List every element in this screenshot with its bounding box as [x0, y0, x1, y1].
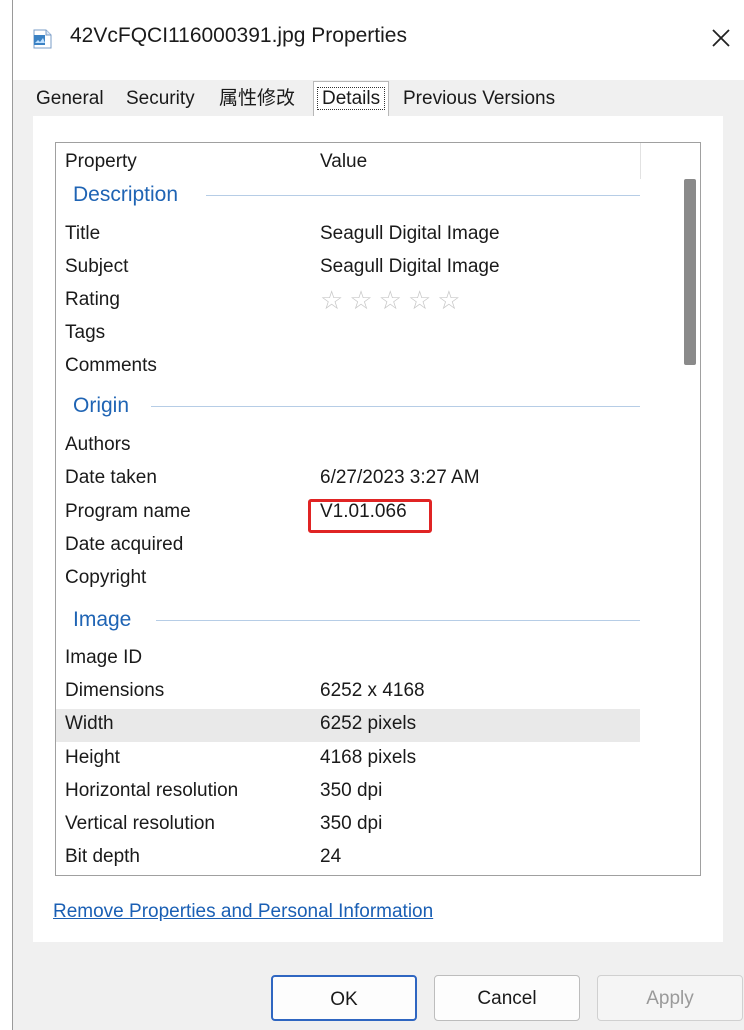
close-icon [712, 29, 730, 47]
property-value[interactable]: 350 dpi [320, 813, 382, 835]
property-value[interactable]: Seagull Digital Image [320, 256, 500, 278]
property-row-date-taken[interactable]: Date taken 6/27/2023 3:27 AM [56, 463, 640, 496]
rating-stars[interactable]: ☆☆☆☆☆ [320, 285, 467, 316]
tab-previous-versions[interactable]: Previous Versions [400, 83, 558, 115]
property-value[interactable]: 24 [320, 846, 341, 868]
tab-label: 属性修改 [219, 88, 296, 109]
property-row-image-id[interactable]: Image ID [56, 643, 640, 676]
property-row-dimensions[interactable]: Dimensions 6252 x 4168 [56, 676, 640, 709]
group-divider [151, 406, 640, 407]
title-bar: 42VcFQCI116000391.jpg Properties [13, 0, 744, 80]
property-name: Date acquired [65, 534, 184, 555]
column-header: Property Value [56, 143, 676, 181]
property-name: Width [65, 713, 114, 734]
tab-label: Details [317, 87, 386, 110]
property-name: Title [65, 223, 101, 244]
property-name: Image ID [65, 647, 143, 668]
property-name: Tags [65, 322, 106, 343]
property-name: Vertical resolution [65, 813, 215, 834]
group-header-origin: Origin [73, 394, 136, 418]
scrollbar-thumb[interactable] [684, 179, 696, 365]
property-name: Height [65, 747, 120, 768]
group-divider [156, 620, 640, 621]
star-icon[interactable]: ☆ [349, 285, 378, 315]
property-name: Program name [65, 501, 191, 522]
property-value[interactable]: 4168 pixels [320, 747, 416, 769]
vertical-scrollbar[interactable] [676, 143, 698, 873]
property-row-comments[interactable]: Comments [56, 351, 640, 384]
property-name: Horizontal resolution [65, 780, 239, 801]
tab-general[interactable]: General [33, 83, 107, 115]
tab-label: General [36, 88, 104, 109]
property-row-horizontal-resolution[interactable]: Horizontal resolution 350 dpi [56, 776, 640, 809]
star-icon[interactable]: ☆ [320, 285, 349, 315]
property-name: Date taken [65, 467, 157, 488]
apply-button[interactable]: Apply [597, 975, 743, 1021]
tab-strip: General Security 属性修改 Details Previous V… [33, 81, 593, 117]
image-file-icon [31, 27, 55, 51]
property-value[interactable]: 6252 x 4168 [320, 680, 425, 702]
property-row-date-acquired[interactable]: Date acquired [56, 530, 640, 563]
star-icon[interactable]: ☆ [408, 285, 437, 315]
details-panel: Property Value Description Title Seagull… [33, 116, 723, 942]
property-row-copyright[interactable]: Copyright [56, 563, 640, 596]
window-title: 42VcFQCI116000391.jpg Properties [70, 24, 407, 47]
property-name: Rating [65, 289, 120, 310]
property-name: Dimensions [65, 680, 165, 701]
star-icon[interactable]: ☆ [379, 285, 408, 315]
ok-button[interactable]: OK [271, 975, 417, 1021]
property-row-vertical-resolution[interactable]: Vertical resolution 350 dpi [56, 809, 640, 842]
close-button[interactable] [703, 20, 739, 56]
tab-label: Previous Versions [403, 88, 556, 109]
property-row-bit-depth[interactable]: Bit depth 24 [56, 842, 640, 875]
property-row-title[interactable]: Title Seagull Digital Image [56, 219, 640, 252]
property-name: Copyright [65, 567, 147, 588]
tab-security[interactable]: Security [123, 83, 198, 115]
property-name: Bit depth [65, 846, 140, 867]
star-icon[interactable]: ☆ [437, 285, 466, 315]
properties-dialog: 42VcFQCI116000391.jpg Properties General… [12, 0, 744, 1030]
property-row-rating[interactable]: Rating ☆☆☆☆☆ [56, 285, 640, 318]
property-row-authors[interactable]: Authors [56, 430, 640, 463]
cancel-button[interactable]: Cancel [434, 975, 580, 1021]
tab-details[interactable]: Details [313, 81, 390, 116]
property-list[interactable]: Property Value Description Title Seagull… [55, 142, 701, 876]
tab-custom-properties[interactable]: 属性修改 [216, 83, 298, 115]
property-value[interactable]: 6/27/2023 3:27 AM [320, 467, 480, 489]
group-divider [206, 195, 640, 196]
property-name: Authors [65, 434, 131, 455]
column-header-value[interactable]: Value [320, 151, 367, 173]
remove-properties-link[interactable]: Remove Properties and Personal Informati… [53, 901, 433, 923]
property-value[interactable]: Seagull Digital Image [320, 223, 500, 245]
property-row-height[interactable]: Height 4168 pixels [56, 743, 640, 776]
property-row-subject[interactable]: Subject Seagull Digital Image [56, 252, 640, 285]
property-value[interactable]: 350 dpi [320, 780, 382, 802]
column-header-property[interactable]: Property [65, 151, 137, 173]
highlight-annotation [308, 499, 432, 533]
group-header-image: Image [73, 608, 138, 632]
property-row-width[interactable]: Width 6252 pixels [56, 709, 640, 742]
property-name: Subject [65, 256, 129, 277]
property-row-tags[interactable]: Tags [56, 318, 640, 351]
property-name: Comments [65, 355, 157, 376]
group-header-description: Description [73, 183, 185, 207]
tab-label: Security [126, 88, 195, 109]
property-value[interactable]: 6252 pixels [320, 713, 416, 735]
column-separator[interactable] [640, 143, 641, 179]
